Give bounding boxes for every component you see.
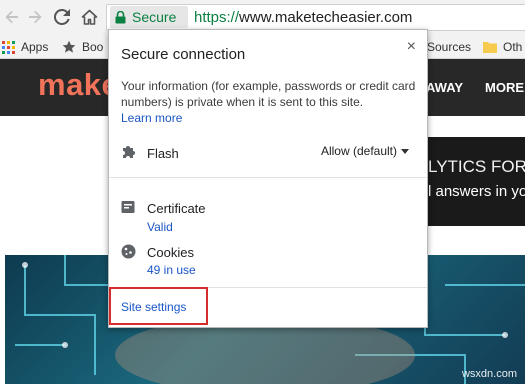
learn-more-link[interactable]: Learn more [121, 111, 182, 125]
apps-grid-icon [2, 40, 15, 54]
reload-icon [54, 9, 70, 25]
bookmark-boo[interactable]: Boo [62, 39, 103, 55]
cookies-label: Cookies [147, 245, 194, 260]
cookies-count-link[interactable]: 49 in use [147, 263, 196, 277]
nav-away[interactable]: AWAY [426, 80, 463, 95]
certificate-status-link[interactable]: Valid [147, 220, 173, 234]
close-icon[interactable]: × [407, 38, 416, 56]
back-arrow-icon [5, 10, 19, 24]
bookmark-apps[interactable]: Apps [2, 39, 48, 55]
flash-permission-select[interactable]: Allow (default) [321, 144, 409, 158]
ad-subline: l answers in yo [428, 183, 525, 200]
certificate-icon [121, 201, 135, 213]
secure-indicator[interactable]: Secure [110, 6, 188, 28]
reload-button[interactable] [52, 7, 72, 27]
site-settings-link[interactable]: Site settings [121, 300, 186, 314]
back-button[interactable] [2, 7, 22, 27]
flash-permission-value: Allow (default) [320, 144, 397, 158]
connection-description: Your information (for example, passwords… [121, 79, 416, 109]
forward-button[interactable] [25, 7, 45, 27]
bookmark-apps-label: Apps [21, 40, 49, 54]
ad-headline: LYTICS FOR [428, 157, 525, 176]
divider [109, 177, 427, 178]
forward-arrow-icon [29, 10, 42, 24]
flash-label: Flash [147, 146, 179, 161]
secure-label: Secure [132, 9, 177, 25]
home-button[interactable] [79, 7, 99, 27]
chevron-down-icon [401, 148, 409, 154]
url-scheme: https:// [194, 9, 240, 26]
watermark: wsxdn.com [461, 368, 517, 380]
url-host: www.maketecheasier.com [239, 9, 413, 26]
certificate-label: Certificate [147, 201, 206, 216]
bookmark-boo-label: Boo [82, 40, 104, 54]
home-icon [81, 9, 97, 25]
bookmark-other[interactable]: Oth [483, 39, 522, 55]
lock-icon [115, 10, 126, 23]
site-info-popup: Secure connection × Your information (fo… [108, 29, 428, 328]
cookie-icon [121, 244, 136, 259]
nav-more[interactable]: MORE [485, 80, 524, 95]
browser-window: Secure https://www.maketecheasier.com Ap… [0, 0, 525, 384]
url-text[interactable]: https://www.maketecheasier.com [194, 9, 412, 26]
puzzle-piece-icon [123, 146, 135, 158]
folder-icon [483, 42, 497, 53]
popup-title: Secure connection [121, 46, 246, 63]
star-icon [62, 40, 76, 53]
bookmark-sources-label: Sources [427, 40, 472, 54]
bookmark-other-label: Oth [503, 40, 523, 54]
bookmark-sources[interactable]: Sources [427, 39, 471, 55]
ad-banner[interactable]: LYTICS FOR l answers in yo [428, 137, 525, 226]
